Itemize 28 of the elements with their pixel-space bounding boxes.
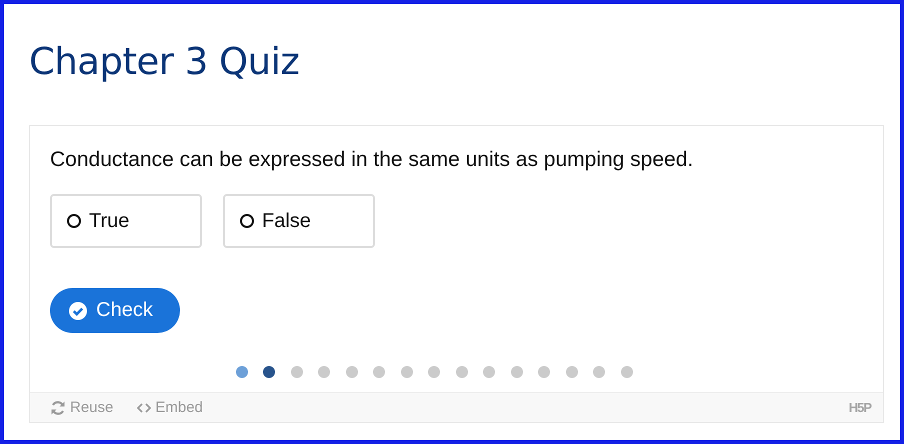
progress-dot[interactable] <box>566 366 578 378</box>
progress-dot[interactable] <box>456 366 468 378</box>
progress-dot[interactable] <box>620 366 632 378</box>
embed-link[interactable]: Embed <box>137 399 203 416</box>
radio-icon <box>67 214 81 228</box>
progress-dot[interactable] <box>593 366 605 378</box>
answer-option[interactable]: True <box>50 194 202 248</box>
progress-dot[interactable] <box>318 366 330 378</box>
question-text: Conductance can be expressed in the same units as pumping speed. <box>50 148 694 172</box>
progress-dot[interactable] <box>510 366 522 378</box>
quiz-title: Chapter 3 Quiz <box>29 40 300 85</box>
progress-dot[interactable] <box>373 366 385 378</box>
radio-icon <box>240 214 254 228</box>
progress-dot[interactable] <box>290 366 302 378</box>
progress-dot[interactable] <box>538 366 550 378</box>
check-button[interactable]: Check <box>50 288 180 333</box>
check-icon <box>69 302 88 320</box>
answer-option[interactable]: False <box>223 194 375 248</box>
logo: H5P <box>848 400 871 415</box>
progress-dot[interactable] <box>400 366 412 378</box>
progress-dot[interactable] <box>263 366 275 378</box>
progress-dot[interactable] <box>483 366 495 378</box>
reuse-link[interactable]: Reuse <box>50 399 114 416</box>
progress-dot[interactable] <box>236 366 248 378</box>
refresh-icon <box>50 400 66 416</box>
progress-dot[interactable] <box>346 366 358 378</box>
progress-dot[interactable] <box>428 366 440 378</box>
code-icon <box>137 402 152 412</box>
